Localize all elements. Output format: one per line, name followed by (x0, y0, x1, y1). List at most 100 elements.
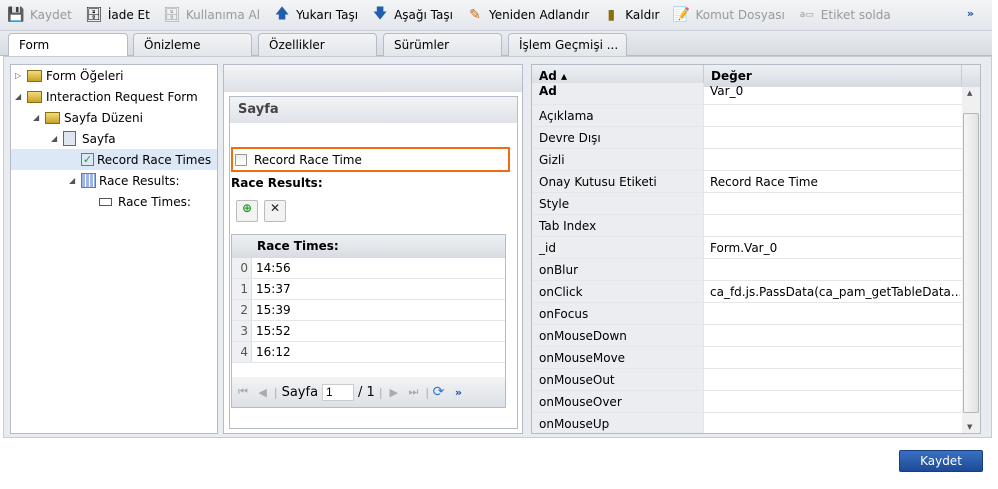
property-row[interactable]: Ad Var_0 (532, 83, 962, 105)
property-value[interactable] (704, 413, 960, 433)
tree-node-page[interactable]: ◢ Sayfa (51, 128, 116, 149)
tree-node-form-elements[interactable]: ▷ Form Öğeleri (15, 65, 123, 86)
property-row[interactable]: Tab Index (532, 215, 962, 237)
property-value[interactable] (704, 303, 960, 324)
property-value[interactable] (704, 193, 960, 214)
expand-icon[interactable]: ▷ (15, 71, 27, 80)
property-value[interactable] (704, 215, 960, 236)
table-row[interactable]: 2 15:39 (232, 300, 505, 321)
property-value[interactable] (704, 369, 960, 390)
table-row[interactable]: 0 14:56 (232, 258, 505, 279)
add-row-button[interactable]: ⊕ (236, 200, 258, 222)
save-toolbar-button[interactable]: 💾 Kaydet (7, 7, 72, 23)
property-row[interactable]: onMouseOut (532, 369, 962, 391)
property-row[interactable]: Onay Kutusu Etiketi Record Race Time (532, 171, 962, 193)
property-value[interactable]: Form.Var_0 (704, 237, 960, 258)
page-icon (63, 131, 76, 146)
property-value[interactable] (704, 391, 960, 412)
property-name: Tab Index (532, 215, 704, 236)
property-row[interactable]: onFocus (532, 303, 962, 325)
save-button[interactable]: Kaydet (899, 450, 983, 472)
rename-button[interactable]: ✎ Yeniden Adlandır (467, 7, 589, 23)
tab-preview[interactable]: Önizleme (133, 33, 252, 56)
check-in-button[interactable]: 🗄 İade Et (85, 7, 150, 23)
scroll-up-icon[interactable]: ▲ (967, 89, 972, 97)
record-race-time-checkbox[interactable] (235, 153, 247, 166)
tab-form[interactable]: Form (8, 33, 128, 57)
property-row[interactable]: Açıklama (532, 105, 962, 127)
property-name: onMouseOut (532, 369, 704, 390)
property-name: Gizli (532, 149, 704, 170)
tab-bar: Form Önizleme Özellikler Sürümler İşlem … (0, 31, 992, 57)
next-page-icon[interactable]: ▶ (390, 386, 398, 399)
toolbar-overflow-button[interactable]: » (967, 7, 974, 20)
form-tree: ▷ Form Öğeleri ◢ Interaction Request Form … (10, 64, 218, 434)
column-header-race-times[interactable]: Race Times: (232, 235, 505, 258)
tab-properties[interactable]: Özellikler (258, 33, 377, 56)
property-row[interactable]: Style (532, 193, 962, 215)
property-row[interactable]: onMouseDown (532, 325, 962, 347)
script-icon: 📝 (672, 7, 691, 23)
property-row[interactable]: onMouseMove (532, 347, 962, 369)
check-out-button[interactable]: 🗄 Kullanıma Al (163, 7, 260, 23)
tree-node-record-race-times[interactable]: ✓ Record Race Times (11, 149, 217, 170)
refresh-icon[interactable]: ⟳ (433, 384, 445, 400)
scrollbar[interactable]: ▲ ▼ (962, 87, 980, 433)
race-results-label: Race Results: (231, 176, 323, 190)
property-row[interactable]: onBlur (532, 259, 962, 281)
table-row[interactable]: 4 16:12 (232, 342, 505, 363)
property-value[interactable] (704, 347, 960, 368)
checkbox-icon: ✓ (81, 153, 94, 166)
tab-history[interactable]: İşlem Geçmişi ... (508, 33, 627, 56)
property-row[interactable]: Gizli (532, 149, 962, 171)
table-row[interactable]: 3 15:52 (232, 321, 505, 342)
collapse-icon[interactable]: ◢ (69, 176, 81, 185)
add-row-icon: ⊕ (241, 201, 253, 215)
property-row[interactable]: onClick ca_fd.js.PassData(ca_pam_getTable… (532, 281, 962, 303)
tree-node-race-times[interactable]: Race Times: (99, 191, 191, 212)
table-row[interactable]: 1 15:37 (232, 279, 505, 300)
pencil-icon: ✎ (469, 7, 481, 23)
property-row[interactable]: _id Form.Var_0 (532, 237, 962, 259)
record-race-time-field[interactable]: Record Race Time (231, 147, 510, 172)
property-value[interactable] (704, 149, 960, 170)
move-down-button[interactable]: 🡇 Aşağı Taşı (372, 6, 453, 23)
property-name: _id (532, 237, 704, 258)
property-value[interactable] (704, 127, 960, 148)
property-value[interactable] (704, 259, 960, 280)
last-page-icon[interactable]: ⏭ (409, 385, 419, 399)
form-folder-icon (27, 90, 42, 103)
delete-row-button[interactable]: ✕ (264, 200, 286, 222)
property-name: Onay Kutusu Etiketi (532, 171, 704, 192)
property-row[interactable]: Devre Dışı (532, 127, 962, 149)
property-value[interactable] (704, 325, 960, 346)
page-panel-title: Sayfa (230, 97, 517, 123)
collapse-icon[interactable]: ◢ (51, 134, 63, 143)
property-value[interactable]: Var_0 (704, 83, 960, 104)
collapse-icon[interactable]: ◢ (33, 113, 45, 122)
property-value[interactable]: Record Race Time (704, 171, 960, 192)
tree-node-form[interactable]: ◢ Interaction Request Form (15, 86, 198, 107)
property-value[interactable]: ca_fd.js.PassData(ca_pam_getTableData... (704, 281, 960, 302)
scroll-down-icon[interactable]: ▼ (967, 423, 972, 431)
delete-row-icon: ✕ (269, 201, 281, 215)
arrow-up-icon: 🡅 (274, 6, 290, 22)
scrollbar-thumb[interactable] (963, 113, 979, 413)
page-input[interactable] (322, 383, 355, 401)
property-row[interactable]: onMouseOver (532, 391, 962, 413)
property-value[interactable] (704, 105, 960, 126)
tree-node-layout[interactable]: ◢ Sayfa Düzeni (33, 107, 143, 128)
layout-folder-icon (45, 111, 60, 124)
tree-node-race-results[interactable]: ◢ Race Results: (69, 170, 180, 191)
property-name: onBlur (532, 259, 704, 280)
label-left-button[interactable]: a▭ Etiket solda (799, 7, 891, 23)
tab-versions[interactable]: Sürümler (383, 33, 502, 56)
remove-button[interactable]: ▮ Kaldır (603, 7, 659, 23)
prev-page-icon[interactable]: ◀ (258, 386, 266, 399)
property-row[interactable]: onMouseUp (532, 413, 962, 433)
collapse-icon[interactable]: ◢ (15, 92, 27, 101)
script-button[interactable]: 📝 Komut Dosyası (672, 7, 785, 23)
move-up-button[interactable]: 🡅 Yukarı Taşı (274, 6, 358, 23)
first-page-icon[interactable]: ⏮ (238, 385, 248, 399)
pager-more-icon[interactable]: » (455, 386, 462, 399)
